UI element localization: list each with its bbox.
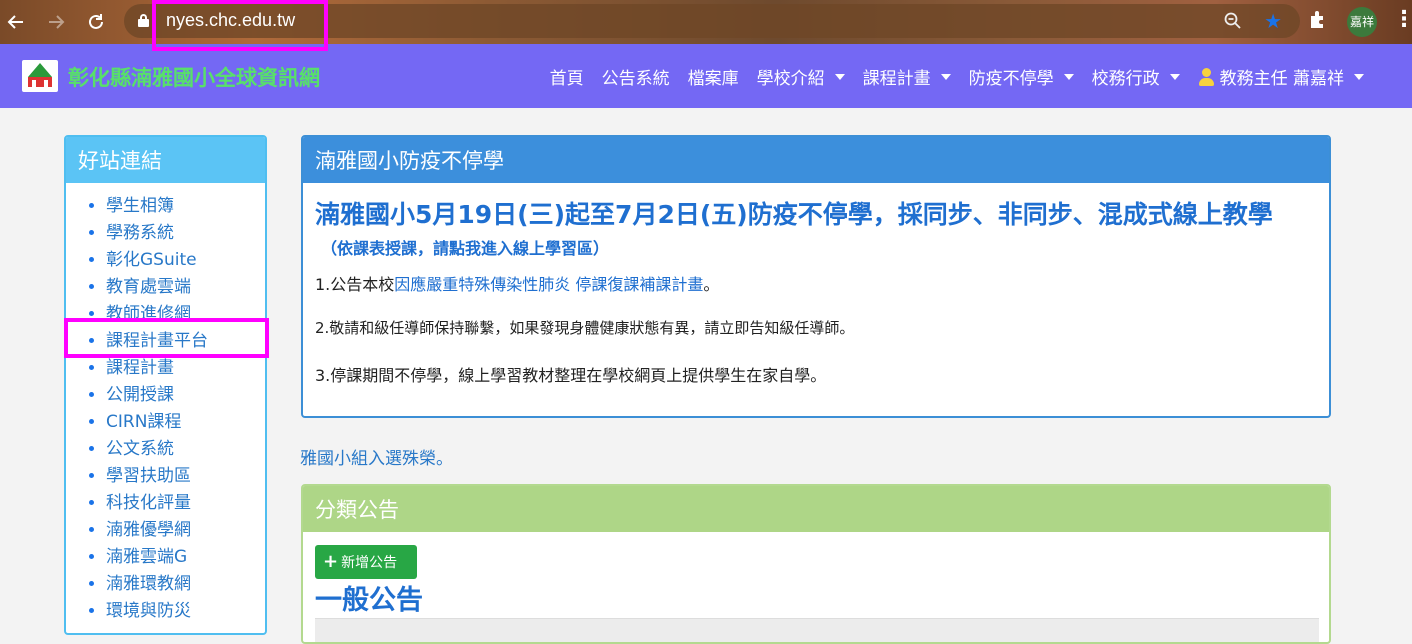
site-navbar: 彰化縣湳雅國小全球資訊網 首頁 公告系統 檔案庫 學校介紹 課程計畫 防疫不停學… [0, 44, 1412, 108]
menu-curriculum[interactable]: 課程計畫 [863, 64, 951, 89]
sidebar-link[interactable]: 彰化GSuite [106, 247, 265, 274]
online-learning-link[interactable]: （依課表授課，請點我進入線上學習區） [321, 235, 1329, 259]
menu-user[interactable]: 教務主任 蕭嘉祥 [1198, 64, 1364, 89]
chevron-down-icon [940, 73, 951, 80]
add-announcement-button[interactable]: + 新增公告 [315, 545, 417, 579]
menu-announcements[interactable]: 公告系統 [602, 64, 670, 89]
plan-link[interactable]: 因應嚴重特殊傳染性肺炎 停課復課補課計畫 [394, 275, 703, 294]
sidebar-links: 學生相簿 學務系統 彰化GSuite 教育處雲端 教師進修網 課程計畫平台 課程… [66, 183, 265, 625]
url-highlight-box [152, 0, 328, 51]
forward-arrow-icon[interactable] [42, 8, 70, 36]
links-sidebar: 好站連結 學生相簿 學務系統 彰化GSuite 教育處雲端 教師進修網 課程計畫… [64, 135, 267, 635]
announcements-panel: 分類公告 + 新增公告 一般公告 [301, 484, 1331, 644]
scrolling-news[interactable]: 雅國小組入選殊榮。 [300, 444, 453, 469]
chevron-down-icon [1063, 73, 1074, 80]
menu-file-library[interactable]: 檔案庫 [688, 64, 739, 89]
sidebar-link[interactable]: 學習扶助區 [106, 463, 265, 490]
star-icon[interactable]: ★ [1264, 9, 1282, 33]
menu-home[interactable]: 首頁 [550, 64, 584, 89]
notice-2: 2.敬請和級任導師保持聯繫，如果發現身體健康狀態有異，請立即告知級任導師。 [315, 319, 855, 337]
notice-3: 3.停課期間不停學，線上學習教材整理在學校網頁上提供學生在家自學。 [315, 366, 827, 385]
plus-icon: + [323, 551, 339, 572]
reload-icon[interactable] [82, 8, 110, 36]
site-brand[interactable]: 彰化縣湳雅國小全球資訊網 [68, 62, 320, 92]
sidebar-title: 好站連結 [66, 137, 265, 183]
sidebar-link[interactable]: CIRN課程 [106, 409, 265, 436]
lock-icon [138, 14, 149, 27]
chevron-down-icon [1354, 73, 1364, 80]
sidebar-link[interactable]: 湳雅環教網 [106, 571, 265, 598]
sidebar-link[interactable]: 課程計畫 [106, 355, 265, 382]
sidebar-link[interactable]: 湳雅優學網 [106, 517, 265, 544]
menu-administration[interactable]: 校務行政 [1092, 64, 1180, 89]
section-title: 一般公告 [315, 585, 423, 616]
sidebar-link[interactable]: 公文系統 [106, 436, 265, 463]
sidebar-link[interactable]: 教育處雲端 [106, 274, 265, 301]
kebab-menu-icon[interactable]: ⋮ [1393, 8, 1412, 32]
avatar[interactable]: 嘉祥 [1347, 7, 1377, 37]
sidebar-link[interactable]: 學生相簿 [106, 193, 265, 220]
sidebar-link[interactable]: 湳雅雲端G [106, 544, 265, 571]
user-icon [1198, 67, 1214, 86]
notice-1: 1.公告本校因應嚴重特殊傳染性肺炎 停課復課補課計畫。 [315, 275, 720, 294]
school-logo-icon[interactable] [22, 60, 58, 92]
menu-school-intro[interactable]: 學校介紹 [757, 64, 845, 89]
back-arrow-icon[interactable] [2, 8, 30, 36]
chevron-down-icon [834, 73, 845, 80]
sidebar-highlight-box [64, 318, 269, 358]
menu-pandemic[interactable]: 防疫不停學 [969, 64, 1074, 89]
chevron-down-icon [1169, 73, 1180, 80]
panel-title: 分類公告 [303, 486, 1329, 532]
announcement-table [315, 618, 1319, 642]
sidebar-link[interactable]: 公開授課 [106, 382, 265, 409]
puzzle-icon[interactable] [1308, 8, 1330, 35]
panel-title: 湳雅國小防疫不停學 [303, 137, 1329, 183]
sidebar-link[interactable]: 科技化評量 [106, 490, 265, 517]
headline[interactable]: 湳雅國小5月19日(三)起至7月2日(五)防疫不停學，採同步、非同步、混成式線上… [315, 195, 1329, 231]
sidebar-link[interactable]: 環境與防災 [106, 598, 265, 625]
zoom-icon[interactable] [1224, 12, 1242, 30]
main-menu: 首頁 公告系統 檔案庫 學校介紹 課程計畫 防疫不停學 校務行政 教務主任 蕭嘉… [550, 64, 1364, 89]
sidebar-link[interactable]: 學務系統 [106, 220, 265, 247]
pandemic-panel: 湳雅國小防疫不停學 湳雅國小5月19日(三)起至7月2日(五)防疫不停學，採同步… [301, 135, 1331, 418]
